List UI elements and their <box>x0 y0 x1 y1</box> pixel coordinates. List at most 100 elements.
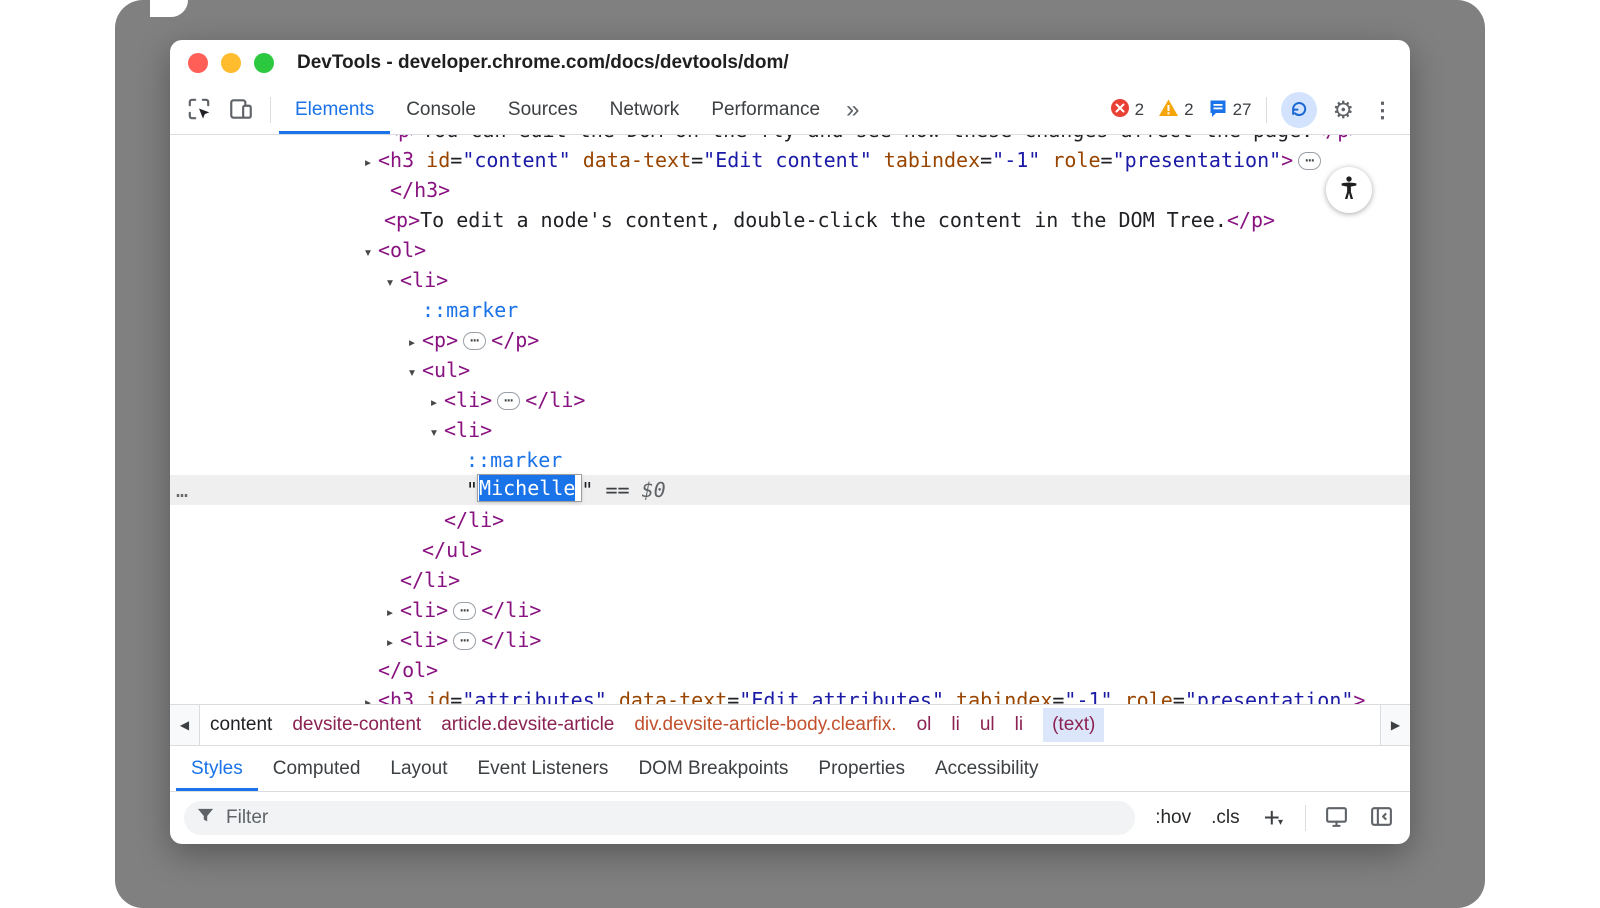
dom-tree-row[interactable]: ▸<p>⋯</p> <box>170 325 1410 355</box>
sidebar-tab-styles[interactable]: Styles <box>176 746 258 791</box>
dom-tree-row[interactable]: ▸<li> ⋯ </li> <box>170 385 1410 415</box>
disclosure-arrow[interactable]: ▾ <box>358 237 378 267</box>
dom-tree-row[interactable]: </h3> <box>170 175 1410 205</box>
disclosure-arrow[interactable]: ▸ <box>380 627 400 657</box>
tag-token: <p> <box>384 208 420 232</box>
attribute-name-token: id <box>426 688 450 704</box>
breadcrumb-item[interactable]: li <box>1015 714 1023 736</box>
dom-tree-row[interactable]: <p>To edit a node's content, double-clic… <box>170 205 1410 235</box>
inspect-element-button[interactable] <box>178 86 220 134</box>
code-token <box>607 688 619 704</box>
tab-network[interactable]: Network <box>594 86 696 134</box>
sidebar-tab-accessibility[interactable]: Accessibility <box>920 746 1053 791</box>
code-token: = <box>1101 148 1113 172</box>
sidebar-tab-layout[interactable]: Layout <box>375 746 462 791</box>
code-token <box>414 688 426 704</box>
dom-tree-row[interactable]: </ul> <box>170 535 1410 565</box>
breadcrumb-scroll-right-button[interactable]: ▶ <box>1380 705 1410 745</box>
dom-tree-row[interactable]: ▸<h3 id="attributes" data-text="Edit att… <box>170 685 1410 704</box>
settings-button[interactable]: ⚙ <box>1323 86 1363 134</box>
disclosure-arrow[interactable]: ▾ <box>424 417 444 447</box>
expand-ellipsis-button[interactable]: ⋯ <box>453 602 476 620</box>
tag-token: <ul> <box>422 358 470 382</box>
dom-tree-row[interactable]: </li> <box>170 505 1410 535</box>
code-token: = <box>727 688 739 704</box>
dom-tree-row[interactable]: ▸<li>⋯</li> <box>170 625 1410 655</box>
new-style-rule-button[interactable]: +▾ <box>1258 805 1289 831</box>
dom-tree-row[interactable]: ▸<li>⋯</li> <box>170 595 1410 625</box>
toggle-element-state-button[interactable]: :hov <box>1153 805 1193 831</box>
dom-tree-row[interactable]: ▾<li> <box>170 415 1410 445</box>
dom-tree: <p>You can edit the DOM on the fly and s… <box>170 135 1410 704</box>
breadcrumb-item[interactable]: devsite-content <box>292 714 421 736</box>
code-token: = <box>1173 688 1185 704</box>
window-title: DevTools - developer.chrome.com/docs/dev… <box>297 52 789 74</box>
tab-elements[interactable]: Elements <box>279 86 390 134</box>
sidebar-tab-computed[interactable]: Computed <box>258 746 376 791</box>
breadcrumb-item[interactable]: div.devsite-article-body.clearfix. <box>634 714 896 736</box>
tab-sources[interactable]: Sources <box>492 86 594 134</box>
breadcrumb-item[interactable]: article.devsite-article <box>441 714 614 736</box>
disclosure-arrow[interactable]: ▸ <box>380 597 400 627</box>
expand-ellipsis-button[interactable]: ⋯ <box>463 332 486 350</box>
devtools-toolbar: ElementsConsoleSourcesNetworkPerformance… <box>170 86 1410 135</box>
more-tabs-button[interactable]: » <box>836 86 869 134</box>
breadcrumb-item[interactable]: content <box>210 714 272 736</box>
device-toolbar-button[interactable] <box>220 86 262 134</box>
breadcrumb-scroll-left-button[interactable]: ◀ <box>170 705 200 745</box>
breadcrumb-item[interactable]: li <box>951 714 959 736</box>
element-classes-button[interactable]: .cls <box>1209 805 1242 831</box>
issues-badge[interactable]: 27 <box>1201 86 1259 134</box>
sync-button[interactable] <box>1281 92 1317 128</box>
dom-tree-row[interactable]: </ol> <box>170 655 1410 685</box>
dom-tree-row[interactable]: ::marker <box>170 295 1410 325</box>
dom-tree-row[interactable]: ▾<ul> <box>170 355 1410 385</box>
errors-badge[interactable]: 2 <box>1103 86 1151 134</box>
tab-console[interactable]: Console <box>390 86 492 134</box>
tag-token: </li> <box>525 388 585 412</box>
zoom-window-button[interactable] <box>254 53 274 73</box>
disclosure-arrow[interactable]: ▸ <box>402 327 422 357</box>
styles-filter-input[interactable] <box>224 806 1123 830</box>
tag-token: <li> <box>444 388 492 412</box>
accessibility-fab[interactable] <box>1326 167 1372 213</box>
minimize-window-button[interactable] <box>221 53 241 73</box>
disclosure-arrow[interactable]: ▾ <box>380 267 400 297</box>
filter-field[interactable] <box>184 801 1135 835</box>
rendering-emulation-button[interactable] <box>1322 804 1351 832</box>
sidebar-tab-event-listeners[interactable]: Event Listeners <box>462 746 623 791</box>
tag-token: <p> <box>386 135 422 142</box>
disclosure-arrow[interactable]: ▸ <box>424 387 444 417</box>
toggle-sidebar-button[interactable] <box>1367 804 1396 832</box>
dom-tree-row[interactable]: ▾<ol> <box>170 235 1410 265</box>
dom-tree-row[interactable]: <p>You can edit the DOM on the fly and s… <box>170 135 1410 145</box>
dom-tree-row[interactable]: ▸<h3 id="content" data-text="Edit conten… <box>170 145 1410 175</box>
breadcrumb: content devsite-content article.devsite-ar… <box>200 705 1114 745</box>
dom-tree-row[interactable]: …"Michelle" == $0 <box>170 475 1410 505</box>
breadcrumb-item[interactable]: ol <box>917 714 932 736</box>
disclosure-arrow[interactable]: ▾ <box>402 357 422 387</box>
dom-tree-row[interactable]: ▾<li> <box>170 265 1410 295</box>
toolbar-spacer <box>869 86 1102 134</box>
breadcrumb-item[interactable]: (text) <box>1043 708 1104 742</box>
sidebar-tab-dom-breakpoints[interactable]: DOM Breakpoints <box>623 746 803 791</box>
expand-ellipsis-button[interactable]: ⋯ <box>1298 152 1321 170</box>
selected-node-text: Michelle <box>479 475 575 501</box>
attribute-value-token: "Edit attributes" <box>739 688 944 704</box>
disclosure-arrow[interactable]: ▸ <box>358 147 378 177</box>
breadcrumb-item[interactable]: ul <box>980 714 995 736</box>
close-window-button[interactable] <box>188 53 208 73</box>
inline-edit-box[interactable]: Michelle <box>478 475 581 501</box>
accessibility-person-icon <box>1335 174 1363 207</box>
tab-performance[interactable]: Performance <box>695 86 836 134</box>
dom-tree-row[interactable]: </li> <box>170 565 1410 595</box>
disclosure-arrow[interactable]: ▸ <box>358 687 378 704</box>
warnings-badge[interactable]: 2 <box>1151 86 1200 134</box>
breadcrumb-bar: ◀ content devsite-content article.devsite-… <box>170 704 1410 745</box>
expand-ellipsis-button[interactable]: ⋯ <box>497 392 520 410</box>
expand-ellipsis-button[interactable]: ⋯ <box>453 632 476 650</box>
sidebar-tab-properties[interactable]: Properties <box>803 746 920 791</box>
main-menu-button[interactable]: ⋮ <box>1363 86 1402 134</box>
dom-tree-row[interactable]: ::marker <box>170 445 1410 475</box>
title-bar: DevTools - developer.chrome.com/docs/dev… <box>170 40 1410 86</box>
